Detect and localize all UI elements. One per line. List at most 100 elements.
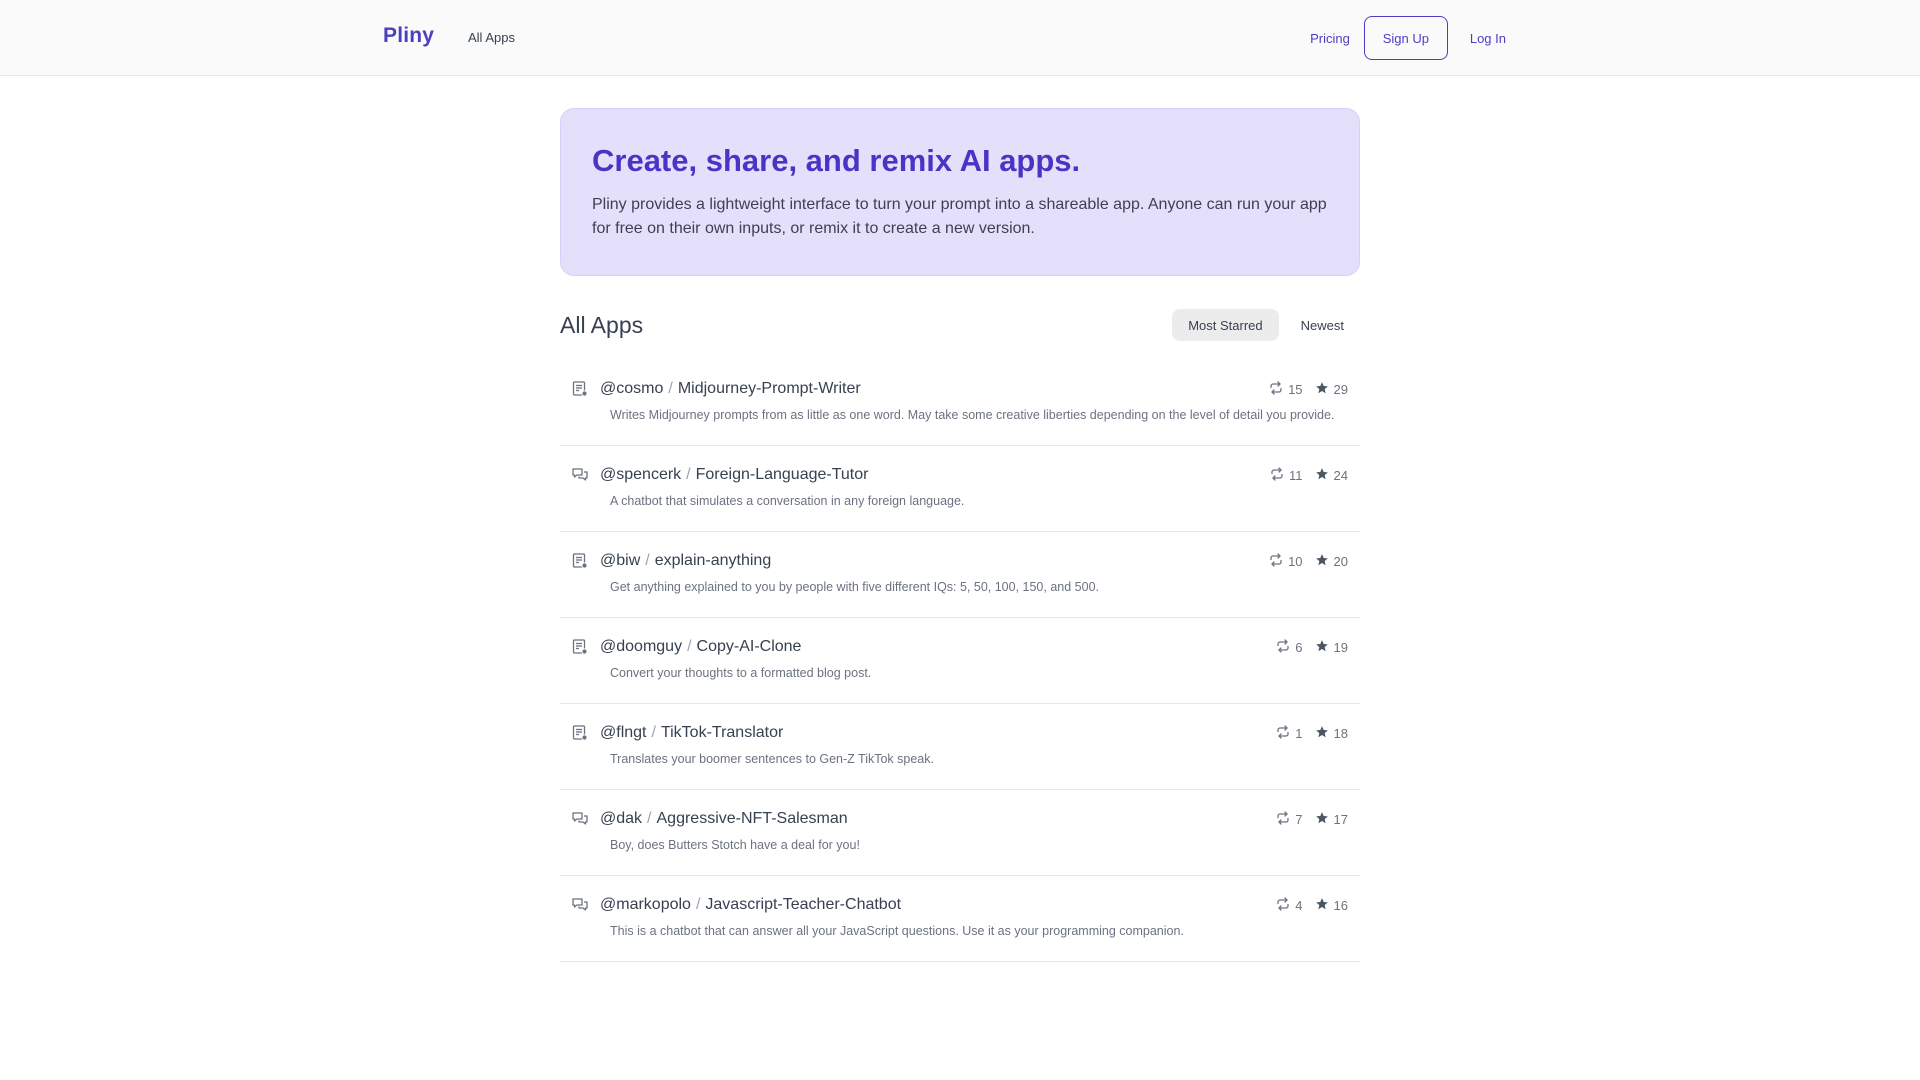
star-count-value: 16 <box>1333 897 1348 913</box>
app-row-header: @markopolo / Javascript-Teacher-Chatbot 4 <box>570 893 1348 917</box>
remix-icon <box>1269 380 1283 398</box>
remix-count: 1 <box>1276 724 1303 742</box>
chat-icon <box>570 809 590 829</box>
star-count-value: 29 <box>1333 381 1348 397</box>
app-row-header: @flngt / TikTok-Translator 1 18 <box>570 721 1348 745</box>
app-title[interactable]: @markopolo / Javascript-Teacher-Chatbot <box>600 896 1276 914</box>
star-count-value: 19 <box>1333 639 1348 655</box>
remix-count-value: 10 <box>1288 553 1303 569</box>
app-author[interactable]: @biw <box>600 552 640 569</box>
app-row-header: @biw / explain-anything 10 20 <box>570 549 1348 573</box>
app-description: Boy, does Butters Stotch have a deal for… <box>610 838 860 852</box>
remix-count-value: 6 <box>1295 639 1303 655</box>
star-count-value: 18 <box>1333 725 1348 741</box>
hero-description: Pliny provides a lightweight interface t… <box>592 196 1327 237</box>
app-list-item[interactable]: @flngt / TikTok-Translator 1 18 Translat… <box>560 704 1360 790</box>
app-title[interactable]: @doomguy / Copy-AI-Clone <box>600 638 1276 656</box>
top-navigation-bar: Pliny All Apps Pricing Sign Up Log In <box>0 0 1920 76</box>
star-icon <box>1315 381 1329 398</box>
app-list: @cosmo / Midjourney-Prompt-Writer 15 29 … <box>560 360 1360 962</box>
remix-count: 10 <box>1269 552 1303 570</box>
app-title[interactable]: @biw / explain-anything <box>600 552 1269 570</box>
app-author[interactable]: @spencerk <box>600 466 681 483</box>
remix-icon <box>1276 724 1290 742</box>
star-icon <box>1315 811 1329 828</box>
app-description: Get anything explained to you by people … <box>610 580 1099 594</box>
star-count: 29 <box>1315 381 1348 398</box>
main-content: Create, share, and remix AI apps. Pliny … <box>560 108 1360 962</box>
title-separator: / <box>687 638 692 655</box>
remix-count: 15 <box>1269 380 1303 398</box>
remix-icon <box>1276 810 1290 828</box>
document-icon <box>570 379 590 399</box>
app-description: Translates your boomer sentences to Gen-… <box>610 752 934 766</box>
nav-all-apps-link[interactable]: All Apps <box>468 30 515 45</box>
remix-icon <box>1276 896 1290 914</box>
remix-icon <box>1269 552 1283 570</box>
star-count-value: 17 <box>1333 811 1348 827</box>
app-title[interactable]: @flngt / TikTok-Translator <box>600 724 1276 742</box>
remix-icon <box>1276 638 1290 656</box>
sort-most-starred-button[interactable]: Most Starred <box>1172 309 1279 341</box>
app-description: Convert your thoughts to a formatted blo… <box>610 666 872 680</box>
app-list-item[interactable]: @spencerk / Foreign-Language-Tutor 11 24… <box>560 446 1360 532</box>
remix-count-value: 15 <box>1288 381 1303 397</box>
app-name[interactable]: explain-anything <box>655 552 772 569</box>
app-row-header: @cosmo / Midjourney-Prompt-Writer 15 29 <box>570 377 1348 401</box>
title-separator: / <box>668 380 673 397</box>
pricing-link[interactable]: Pricing <box>1298 31 1362 46</box>
hero-banner: Create, share, and remix AI apps. Pliny … <box>560 108 1360 276</box>
app-title[interactable]: @spencerk / Foreign-Language-Tutor <box>600 466 1270 484</box>
remix-count-value: 1 <box>1295 725 1303 741</box>
app-list-item[interactable]: @markopolo / Javascript-Teacher-Chatbot 4 <box>560 876 1360 962</box>
chat-icon <box>570 465 590 485</box>
title-separator: / <box>645 552 650 569</box>
remix-count-value: 7 <box>1295 811 1303 827</box>
app-description: A chatbot that simulates a conversation … <box>610 494 965 508</box>
app-description: This is a chatbot that can answer all yo… <box>610 924 1184 938</box>
log-in-link[interactable]: Log In <box>1458 31 1518 46</box>
apps-section-header: All Apps Most Starred Newest <box>560 308 1360 342</box>
app-stats: 15 29 <box>1269 380 1348 398</box>
document-icon <box>570 551 590 571</box>
star-icon <box>1315 553 1329 570</box>
remix-count: 6 <box>1276 638 1303 656</box>
app-author[interactable]: @flngt <box>600 724 646 741</box>
app-author[interactable]: @doomguy <box>600 638 682 655</box>
app-author[interactable]: @cosmo <box>600 380 663 397</box>
app-name[interactable]: Foreign-Language-Tutor <box>696 466 869 483</box>
remix-count-value: 4 <box>1295 897 1303 913</box>
app-name[interactable]: Aggressive-NFT-Salesman <box>657 810 848 827</box>
app-name[interactable]: TikTok-Translator <box>661 724 783 741</box>
star-count: 24 <box>1315 467 1348 484</box>
title-separator: / <box>647 810 652 827</box>
star-count: 18 <box>1315 725 1348 742</box>
app-title[interactable]: @dak / Aggressive-NFT-Salesman <box>600 810 1276 828</box>
app-title[interactable]: @cosmo / Midjourney-Prompt-Writer <box>600 380 1269 398</box>
app-list-item[interactable]: @doomguy / Copy-AI-Clone 6 19 Convert yo… <box>560 618 1360 704</box>
remix-count-value: 11 <box>1289 467 1303 483</box>
app-list-item[interactable]: @dak / Aggressive-NFT-Salesman 7 17 Boy,… <box>560 790 1360 876</box>
remix-count: 11 <box>1270 466 1303 484</box>
brand-logo[interactable]: Pliny <box>383 24 434 48</box>
app-stats: 11 24 <box>1270 466 1348 484</box>
app-author[interactable]: @markopolo <box>600 896 691 913</box>
star-icon <box>1315 639 1329 656</box>
sort-toggle: Most Starred Newest <box>1172 309 1360 341</box>
app-list-item[interactable]: @cosmo / Midjourney-Prompt-Writer 15 29 … <box>560 360 1360 446</box>
app-name[interactable]: Copy-AI-Clone <box>697 638 802 655</box>
app-description: Writes Midjourney prompts from as little… <box>610 408 1335 422</box>
sign-up-button[interactable]: Sign Up <box>1363 16 1448 60</box>
star-count: 16 <box>1315 897 1348 914</box>
sort-newest-button[interactable]: Newest <box>1285 309 1360 341</box>
star-count-value: 20 <box>1333 553 1348 569</box>
app-name[interactable]: Javascript-Teacher-Chatbot <box>705 896 901 913</box>
app-list-item[interactable]: @biw / explain-anything 10 20 Get anythi… <box>560 532 1360 618</box>
app-author[interactable]: @dak <box>600 810 642 827</box>
star-count: 20 <box>1315 553 1348 570</box>
app-name[interactable]: Midjourney-Prompt-Writer <box>678 380 861 397</box>
document-icon <box>570 723 590 743</box>
chat-icon <box>570 895 590 915</box>
star-count: 19 <box>1315 639 1348 656</box>
star-count-value: 24 <box>1333 467 1348 483</box>
